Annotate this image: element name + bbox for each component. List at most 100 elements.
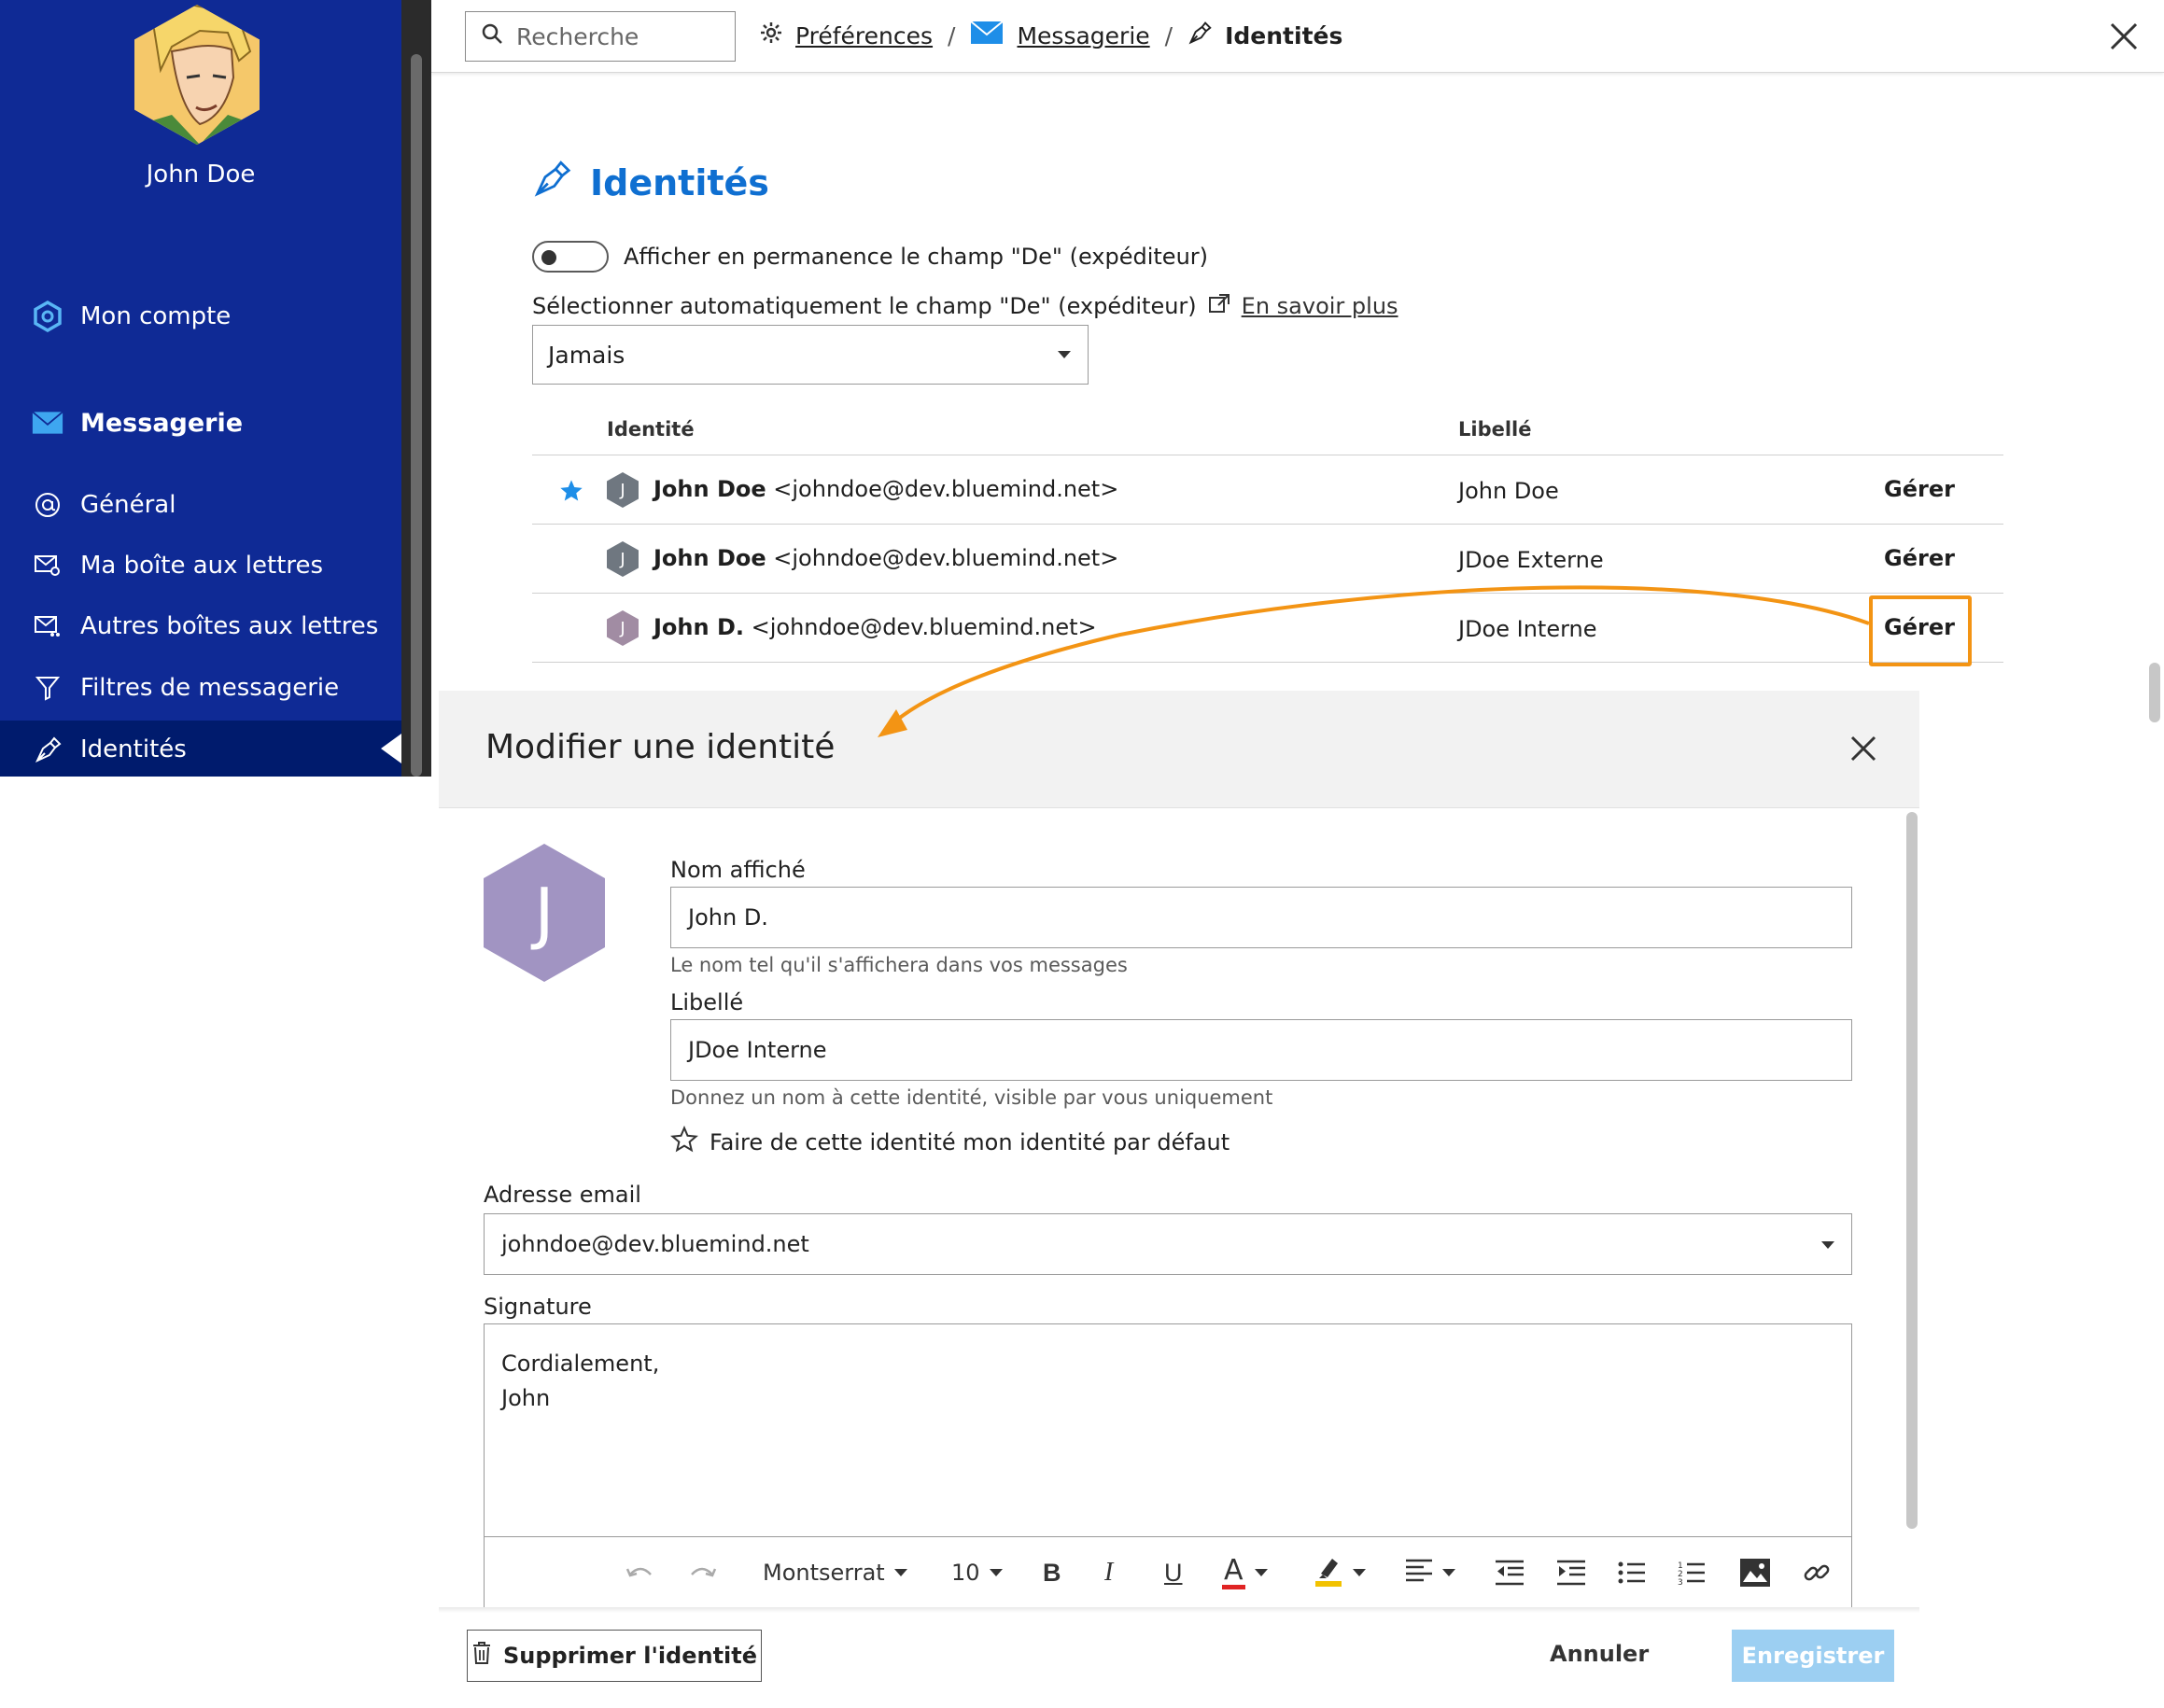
signature-editor[interactable]: Cordialement, John Montserrat 10 B I U A <box>484 1323 1852 1609</box>
page-title: Identités <box>532 159 769 206</box>
manage-button[interactable]: Gérer <box>1884 476 1955 502</box>
account-hex-icon <box>32 301 63 332</box>
sidebar-item-other-mailboxes[interactable]: Autres boîtes aux lettres <box>32 610 378 642</box>
chevron-down-icon <box>1821 1241 1834 1249</box>
breadcrumb: Préférences / Messagerie / Identités <box>760 21 1342 50</box>
align-button[interactable] <box>1405 1554 1455 1591</box>
user-name: John Doe <box>146 161 256 189</box>
sidebar-item-mail-filters[interactable]: Filtres de messagerie <box>32 672 339 704</box>
active-indicator <box>381 734 401 763</box>
label-field-label: Libellé <box>670 989 744 1015</box>
chevron-down-icon <box>1442 1569 1455 1576</box>
table-row: J John Doe <johndoe@dev.bluemind.net> Jo… <box>532 455 2003 525</box>
always-show-from-label: Afficher en permanence le champ "De" (ex… <box>624 244 1209 270</box>
sidebar-item-label: Mon compte <box>80 302 232 330</box>
always-show-from-row: Afficher en permanence le champ "De" (ex… <box>532 241 1208 273</box>
page-scrollbar[interactable] <box>2143 73 2164 777</box>
display-name-field[interactable]: John D. <box>670 887 1852 948</box>
envelope-icon <box>32 407 63 439</box>
numbered-list-icon[interactable]: 123 <box>1678 1554 1706 1591</box>
identities-table-header: Identité Libellé <box>532 411 2003 455</box>
align-left-icon <box>1405 1558 1433 1588</box>
text-color-button[interactable]: A <box>1222 1554 1268 1591</box>
identity-email: <johndoe@dev.bluemind.net> <box>773 476 1119 502</box>
sidebar-item-label: Autres boîtes aux lettres <box>80 612 379 640</box>
pen-nib-icon <box>532 159 571 206</box>
search-input[interactable]: Recherche <box>465 11 736 62</box>
highlight-color-button[interactable] <box>1314 1554 1366 1591</box>
underline-button[interactable]: U <box>1164 1554 1183 1591</box>
footer-divider <box>439 1607 1919 1613</box>
pen-nib-icon <box>1187 21 1212 50</box>
column-header-identity: Identité <box>607 418 695 441</box>
redo-icon[interactable] <box>686 1554 718 1591</box>
modal-header: Modifier une identité <box>439 691 1919 808</box>
learn-more-link[interactable]: En savoir plus <box>1242 293 1398 319</box>
image-icon[interactable] <box>1739 1554 1771 1591</box>
identity-avatar: J <box>607 541 639 577</box>
make-default-toggle[interactable]: Faire de cette identité mon identité par… <box>670 1125 1230 1159</box>
mailbox-shared-icon <box>32 610 63 642</box>
trash-icon <box>471 1641 492 1671</box>
bold-button[interactable]: B <box>1043 1554 1061 1591</box>
sidebar-item-my-mailbox[interactable]: Ma boîte aux lettres <box>32 550 323 581</box>
email-label: Adresse email <box>484 1182 641 1208</box>
signature-content[interactable]: Cordialement, John <box>501 1347 659 1416</box>
top-bar: Recherche Préférences / Messagerie / Ide… <box>431 0 2164 73</box>
cancel-button[interactable]: Annuler <box>1550 1641 1649 1667</box>
save-button[interactable]: Enregistrer <box>1732 1630 1894 1682</box>
font-family-select[interactable]: Montserrat <box>763 1554 907 1591</box>
undo-icon[interactable] <box>625 1554 656 1591</box>
email-select[interactable]: johndoe@dev.bluemind.net <box>484 1213 1852 1275</box>
signature-label: Signature <box>484 1294 592 1320</box>
bullet-list-icon[interactable] <box>1618 1554 1646 1591</box>
breadcrumb-preferences[interactable]: Préférences <box>795 22 933 49</box>
sidebar-item-my-account[interactable]: Mon compte <box>32 301 231 332</box>
delete-identity-label: Supprimer l'identité <box>502 1643 758 1669</box>
highlighter-icon <box>1314 1553 1343 1592</box>
close-icon[interactable] <box>1848 734 1878 763</box>
sidebar-scrollbar[interactable] <box>401 0 431 777</box>
pen-nib-icon <box>32 734 63 765</box>
default-star-icon[interactable] <box>558 478 584 510</box>
manage-button[interactable]: Gérer <box>1884 545 1955 571</box>
sidebar-section-messaging[interactable]: Messagerie <box>32 407 243 439</box>
breadcrumb-messaging[interactable]: Messagerie <box>1017 22 1149 49</box>
at-sign-icon <box>32 489 63 521</box>
sidebar-item-label: Identités <box>80 735 187 763</box>
identity-label: John Doe <box>1458 478 1559 504</box>
identity-cell: John Doe <johndoe@dev.bluemind.net> <box>653 545 1118 571</box>
identity-name: John D. <box>653 614 744 640</box>
avatar[interactable] <box>134 5 260 145</box>
auto-select-dropdown[interactable]: Jamais <box>532 325 1089 385</box>
signature-toolbar: Montserrat 10 B I U A 1 2 3 <box>485 1536 1851 1609</box>
breadcrumb-current: Identités <box>1225 21 1343 49</box>
sidebar-section-label: Messagerie <box>80 408 244 438</box>
indent-icon[interactable] <box>1556 1554 1586 1591</box>
page-title-text: Identités <box>590 161 769 203</box>
delete-identity-button[interactable]: Supprimer l'identité <box>467 1630 762 1682</box>
manage-highlight <box>1869 595 1972 666</box>
search-icon <box>481 22 503 50</box>
close-icon[interactable] <box>2108 21 2140 52</box>
link-icon[interactable] <box>1803 1554 1831 1591</box>
breadcrumb-separator: / <box>948 21 956 49</box>
sidebar-item-identities-link[interactable]: Identités <box>32 734 187 765</box>
external-link-icon <box>1208 293 1230 319</box>
auto-select-label: Sélectionner automatiquement le champ "D… <box>532 293 1197 319</box>
star-outline-icon <box>670 1125 698 1159</box>
sidebar-item-general[interactable]: Général <box>32 489 176 521</box>
identity-name: John Doe <box>653 476 766 502</box>
mailbox-user-icon <box>32 550 63 581</box>
modal-scrollbar[interactable] <box>1904 812 1919 1529</box>
svg-text:3: 3 <box>1678 1578 1683 1586</box>
font-size-select[interactable]: 10 <box>951 1554 1003 1591</box>
identity-cell: John Doe <johndoe@dev.bluemind.net> <box>653 476 1118 502</box>
label-field[interactable]: JDoe Interne <box>670 1019 1852 1081</box>
identity-email: <johndoe@dev.bluemind.net> <box>773 545 1119 571</box>
font-size-value: 10 <box>951 1560 980 1586</box>
identity-label: JDoe Externe <box>1458 547 1604 573</box>
always-show-from-toggle[interactable] <box>532 241 609 273</box>
italic-button[interactable]: I <box>1104 1554 1113 1591</box>
outdent-icon[interactable] <box>1495 1554 1525 1591</box>
